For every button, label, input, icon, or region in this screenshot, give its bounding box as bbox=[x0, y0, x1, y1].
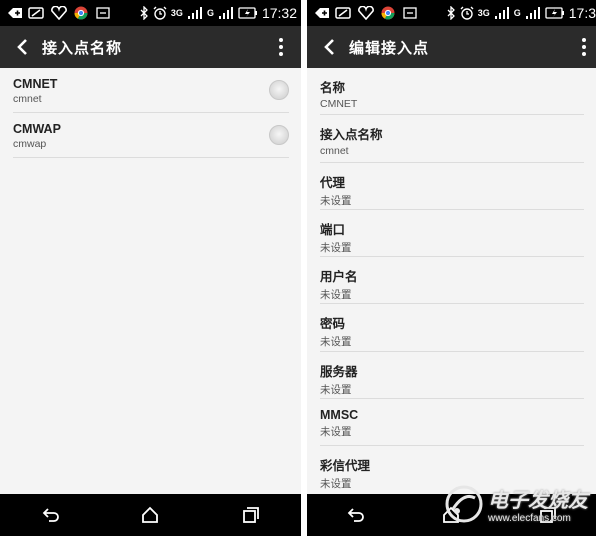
battery-saver-icon bbox=[28, 6, 46, 20]
field-value: 未设置 bbox=[320, 336, 352, 349]
g-signal-icon bbox=[525, 6, 541, 20]
add-call-icon bbox=[313, 6, 331, 20]
apn-item-value: cmwap bbox=[13, 138, 47, 150]
apn-item-cmnet[interactable]: CMNET cmnet bbox=[13, 68, 289, 113]
field-label: 端口 bbox=[320, 222, 346, 237]
elecfans-watermark: 电子发烧友 www.elecfans.com bbox=[444, 478, 594, 530]
chrome-icon bbox=[72, 6, 90, 20]
apn-item-cmwap[interactable]: CMWAP cmwap bbox=[13, 113, 289, 158]
field-password[interactable]: 密码 未设置 bbox=[320, 304, 584, 352]
apn-item-value: cmnet bbox=[13, 93, 42, 105]
field-value: 未设置 bbox=[320, 241, 352, 254]
field-port[interactable]: 端口 未设置 bbox=[320, 210, 584, 258]
add-call-icon bbox=[6, 6, 24, 20]
field-value: 未设置 bbox=[320, 194, 352, 207]
overflow-menu-icon[interactable] bbox=[271, 36, 291, 58]
bluetooth-icon bbox=[139, 6, 149, 20]
apn-radio-button[interactable] bbox=[269, 80, 289, 100]
field-label: 彩信代理 bbox=[320, 459, 371, 474]
field-value: 未设置 bbox=[320, 383, 352, 396]
battery-charging-icon bbox=[545, 6, 565, 20]
elecfans-logo-icon bbox=[445, 485, 483, 523]
alarm-icon bbox=[153, 6, 167, 20]
field-name[interactable]: 名称 CMNET bbox=[320, 68, 584, 116]
overflow-menu-icon[interactable] bbox=[574, 36, 594, 58]
apn-list: CMNET cmnet CMWAP cmwap bbox=[0, 68, 301, 158]
field-label: 接入点名称 bbox=[320, 128, 383, 143]
3g-signal-icon bbox=[187, 6, 203, 20]
field-proxy[interactable]: 代理 未设置 bbox=[320, 163, 584, 210]
watermark-url: www.elecfans.com bbox=[488, 513, 571, 524]
field-value: CMNET bbox=[320, 98, 358, 110]
status-bar: 3G G 17:32 bbox=[0, 0, 301, 26]
apn-item-name: CMWAP bbox=[13, 122, 61, 136]
field-value: 未设置 bbox=[320, 289, 352, 302]
status-time: 17:32 bbox=[261, 5, 297, 21]
apn-item-name: CMNET bbox=[13, 77, 58, 91]
field-username[interactable]: 用户名 未设置 bbox=[320, 257, 584, 305]
edit-apn-screen: 3G G 17:3 编辑接入点 名称 CMNET 接入点名称 cmnet 代理 … bbox=[307, 0, 596, 536]
field-label: 密码 bbox=[320, 317, 346, 332]
action-bar: 接入点名称 bbox=[0, 26, 301, 68]
home-icon[interactable] bbox=[139, 504, 161, 526]
apn-radio-button[interactable] bbox=[269, 125, 289, 145]
chrome-icon bbox=[379, 6, 397, 20]
apn-list-screen: 3G G 17:32 接入点名称 CMNET cmnet CMWAP cmwap bbox=[0, 0, 301, 536]
back-arrow-icon[interactable] bbox=[319, 36, 341, 58]
apn-field-list: 名称 CMNET 接入点名称 cmnet 代理 未设置 端口 未设置 用户名 未… bbox=[307, 68, 596, 494]
heart-icon bbox=[50, 6, 68, 20]
action-bar: 编辑接入点 bbox=[307, 26, 596, 68]
battery-charging-icon bbox=[238, 6, 258, 20]
network-3g-label: 3G bbox=[477, 8, 490, 18]
bluetooth-icon bbox=[446, 6, 456, 20]
status-time: 17:3 bbox=[568, 5, 596, 21]
battery-saver-icon bbox=[335, 6, 353, 20]
status-bar: 3G G 17:3 bbox=[307, 0, 596, 26]
back-arrow-icon[interactable] bbox=[12, 36, 34, 58]
field-label: 代理 bbox=[320, 175, 346, 190]
heart-icon bbox=[357, 6, 375, 20]
field-label: 名称 bbox=[320, 81, 346, 95]
screen-cast-icon bbox=[401, 6, 419, 20]
field-apn[interactable]: 接入点名称 cmnet bbox=[320, 115, 584, 163]
field-label: MMSC bbox=[320, 408, 359, 423]
page-title: 接入点名称 bbox=[42, 38, 123, 57]
field-label: 服务器 bbox=[320, 364, 358, 379]
3g-signal-icon bbox=[494, 6, 510, 20]
watermark-brand: 电子发烧友 bbox=[488, 488, 588, 512]
field-label: 用户名 bbox=[320, 270, 358, 285]
network-g-label: G bbox=[513, 8, 521, 18]
network-g-label: G bbox=[206, 8, 214, 18]
field-server[interactable]: 服务器 未设置 bbox=[320, 352, 584, 400]
recents-icon[interactable] bbox=[240, 504, 262, 526]
field-mmsc[interactable]: MMSC 未设置 bbox=[320, 399, 584, 447]
navigation-bar bbox=[0, 494, 301, 536]
screen-cast-icon bbox=[94, 6, 112, 20]
g-signal-icon bbox=[218, 6, 234, 20]
network-3g-label: 3G bbox=[170, 8, 183, 18]
back-nav-icon[interactable] bbox=[344, 504, 366, 526]
field-value: 未设置 bbox=[320, 426, 352, 439]
back-nav-icon[interactable] bbox=[39, 504, 61, 526]
field-value: cmnet bbox=[320, 145, 349, 158]
page-title: 编辑接入点 bbox=[349, 38, 430, 57]
alarm-icon bbox=[460, 6, 474, 20]
